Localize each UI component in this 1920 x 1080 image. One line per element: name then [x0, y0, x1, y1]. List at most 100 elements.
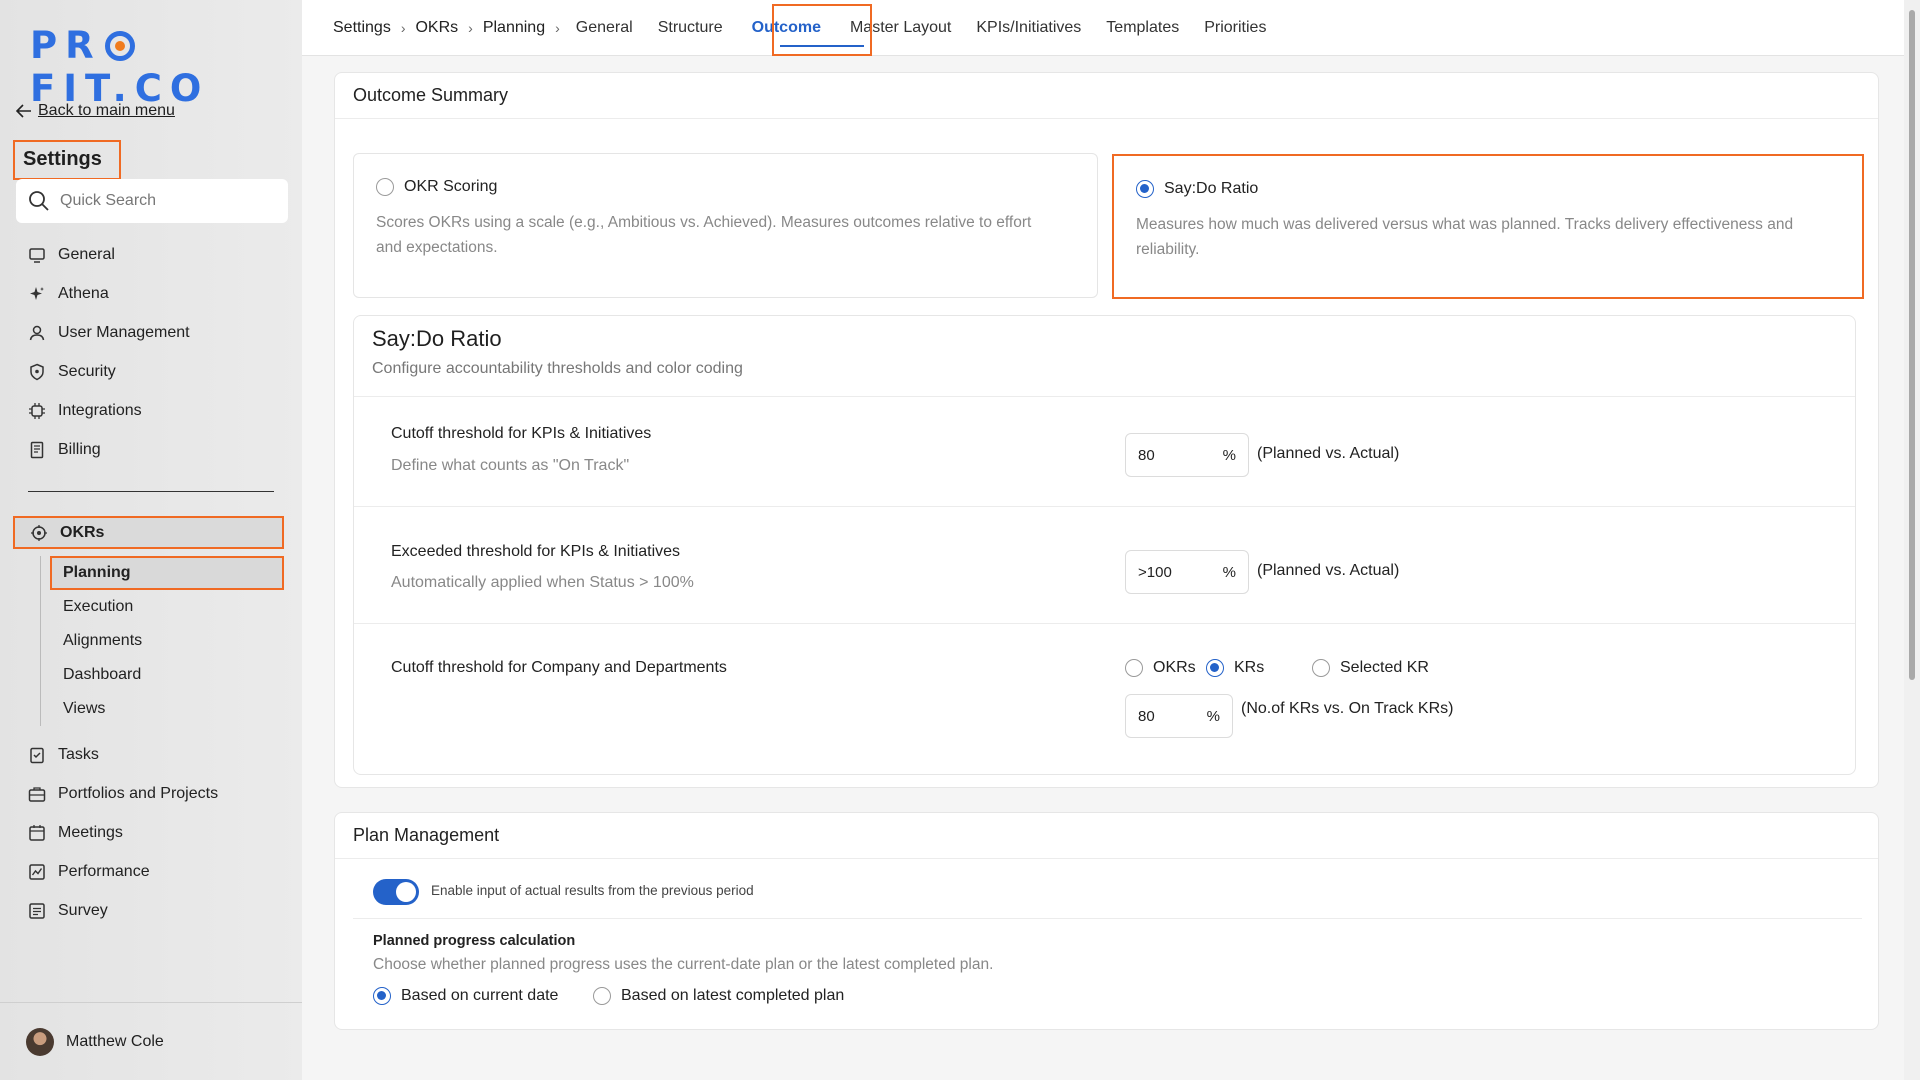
row-title: Cutoff threshold for KPIs & Initiatives: [391, 425, 652, 442]
calc-desc: Choose whether planned progress uses the…: [373, 956, 994, 973]
selected-kr-radio[interactable]: [1312, 659, 1330, 677]
company-radio-okrs[interactable]: OKRs: [1125, 659, 1196, 677]
say-do-ratio-option[interactable]: Say:Do Ratio Measures how much was deliv…: [1112, 154, 1864, 299]
calc-title: Planned progress calculation: [373, 933, 576, 949]
say-do-desc: Configure accountability thresholds and …: [372, 360, 743, 377]
sidebar-item-execution[interactable]: Execution: [41, 590, 284, 624]
tab-general[interactable]: General: [576, 13, 633, 43]
profit-co-logo[interactable]: PRFIT.CO: [30, 24, 302, 110]
sidebar-item-security[interactable]: Security: [28, 352, 190, 391]
back-label: Back to main menu: [38, 102, 175, 119]
settings-nav: General Athena User Management Security …: [28, 235, 190, 469]
user-icon: [28, 324, 46, 342]
input-value: >100: [1138, 563, 1172, 581]
percent-unit: %: [1222, 446, 1236, 464]
sidebar-item-label: Security: [58, 362, 116, 380]
latest-completed-plan-radio[interactable]: [593, 987, 611, 1005]
sidebar-item-planning[interactable]: Planning: [50, 556, 284, 590]
tab-templates[interactable]: Templates: [1106, 13, 1179, 43]
okr-scoring-option[interactable]: OKR Scoring Scores OKRs using a scale (e…: [353, 153, 1098, 298]
radio-label: Based on latest completed plan: [621, 987, 845, 1004]
percent-unit: %: [1206, 707, 1220, 725]
say-do-config-panel: Say:Do Ratio Configure accountability th…: [353, 315, 1856, 775]
kpi-exceeded-input[interactable]: >100 %: [1125, 550, 1249, 594]
planning-tabs: General Structure Outcome Master Layout …: [576, 13, 1267, 43]
sidebar-item-label: Performance: [58, 862, 150, 880]
sidebar-item-portfolios[interactable]: Portfolios and Projects: [28, 774, 218, 813]
sidebar-item-label: Tasks: [58, 745, 99, 763]
sparkle-icon: [28, 285, 46, 303]
back-to-main-menu-link[interactable]: Back to main menu: [16, 102, 175, 120]
sidebar-item-survey[interactable]: Survey: [28, 891, 218, 930]
radio-current-date[interactable]: Based on current date: [373, 987, 558, 1005]
tab-priorities[interactable]: Priorities: [1204, 13, 1266, 43]
row-title: Exceeded threshold for KPIs & Initiative…: [391, 543, 681, 560]
arrow-left-icon: [16, 104, 31, 118]
row-desc: Define what counts as "On Track": [391, 457, 630, 474]
briefcase-icon: [28, 785, 46, 803]
kpi-cutoff-input[interactable]: 80 %: [1125, 433, 1249, 477]
logo-target-icon: [104, 31, 135, 61]
okr-scoring-radio[interactable]: [376, 178, 394, 196]
sidebar-item-label: Survey: [58, 901, 108, 919]
receipt-icon: [28, 441, 46, 459]
okr-scoring-desc: Scores OKRs using a scale (e.g., Ambitio…: [376, 214, 1032, 256]
current-date-radio[interactable]: [373, 987, 391, 1005]
user-profile[interactable]: Matthew Cole: [0, 1002, 302, 1080]
sidebar-item-label: Integrations: [58, 401, 142, 419]
survey-icon: [28, 902, 46, 920]
say-do-ratio-radio[interactable]: [1136, 180, 1154, 198]
radio-latest-completed-plan[interactable]: Based on latest completed plan: [593, 987, 844, 1005]
shield-icon: [28, 363, 46, 381]
sidebar-item-label: General: [58, 245, 115, 263]
company-cutoff-input[interactable]: 80 %: [1125, 694, 1233, 738]
top-navigation: Settings › OKRs › Planning › General Str…: [302, 0, 1904, 56]
breadcrumb-planning[interactable]: Planning: [483, 19, 545, 37]
vertical-scrollbar[interactable]: [1904, 0, 1920, 1080]
main-content: Settings › OKRs › Planning › General Str…: [302, 0, 1904, 1080]
sidebar-item-integrations[interactable]: Integrations: [28, 391, 190, 430]
sidebar-item-alignments[interactable]: Alignments: [41, 624, 284, 658]
sidebar-divider: [28, 491, 274, 492]
plan-management-card: Plan Management Enable input of actual r…: [334, 812, 1879, 1030]
breadcrumb: Settings › OKRs › Planning ›: [333, 19, 560, 37]
sidebar-item-tasks[interactable]: Tasks: [28, 735, 218, 774]
chevron-right-icon: ›: [400, 19, 406, 36]
quick-search[interactable]: Quick Search: [16, 179, 288, 223]
sidebar-item-athena[interactable]: Athena: [28, 274, 190, 313]
chip-icon: [28, 402, 46, 420]
tab-kpis-initiatives[interactable]: KPIs/Initiatives: [976, 13, 1081, 43]
sidebar-item-dashboard[interactable]: Dashboard: [41, 658, 284, 692]
plan-divider: [353, 918, 1862, 919]
toggle-label: Enable input of actual results from the …: [431, 883, 754, 898]
sidebar: PRFIT.CO Back to main menu Settings Quic…: [0, 0, 302, 1080]
radio-label: Selected KR: [1340, 659, 1429, 676]
krs-radio[interactable]: [1206, 659, 1224, 677]
sidebar-item-performance[interactable]: Performance: [28, 852, 218, 891]
sidebar-item-user-management[interactable]: User Management: [28, 313, 190, 352]
scrollbar-thumb[interactable]: [1909, 10, 1915, 680]
user-name: Matthew Cole: [66, 1032, 164, 1050]
say-do-ratio-label: Say:Do Ratio: [1164, 180, 1259, 197]
previous-period-toggle[interactable]: [373, 879, 419, 905]
percent-unit: %: [1222, 563, 1236, 581]
tab-structure[interactable]: Structure: [658, 13, 723, 43]
breadcrumb-settings[interactable]: Settings: [333, 19, 391, 37]
company-radio-krs[interactable]: KRs: [1206, 659, 1264, 677]
radio-label: KRs: [1234, 659, 1265, 676]
sidebar-item-views[interactable]: Views: [41, 692, 284, 726]
sidebar-item-okrs[interactable]: OKRs: [13, 516, 284, 549]
sidebar-item-general[interactable]: General: [28, 235, 190, 274]
okrs-radio[interactable]: [1125, 659, 1143, 677]
chevron-right-icon: ›: [468, 19, 473, 36]
search-placeholder: Quick Search: [60, 192, 157, 209]
sidebar-item-meetings[interactable]: Meetings: [28, 813, 218, 852]
say-do-ratio-desc: Measures how much was delivered versus w…: [1136, 216, 1794, 258]
active-tab-underline: [780, 45, 864, 47]
company-radio-selected-kr[interactable]: Selected KR: [1312, 659, 1429, 677]
target-icon: [31, 524, 47, 541]
say-do-title: Say:Do Ratio: [372, 326, 502, 351]
outcome-summary-card: Outcome Summary OKR Scoring Scores OKRs …: [334, 72, 1879, 788]
sidebar-item-billing[interactable]: Billing: [28, 430, 190, 469]
breadcrumb-okrs[interactable]: OKRs: [415, 19, 458, 37]
